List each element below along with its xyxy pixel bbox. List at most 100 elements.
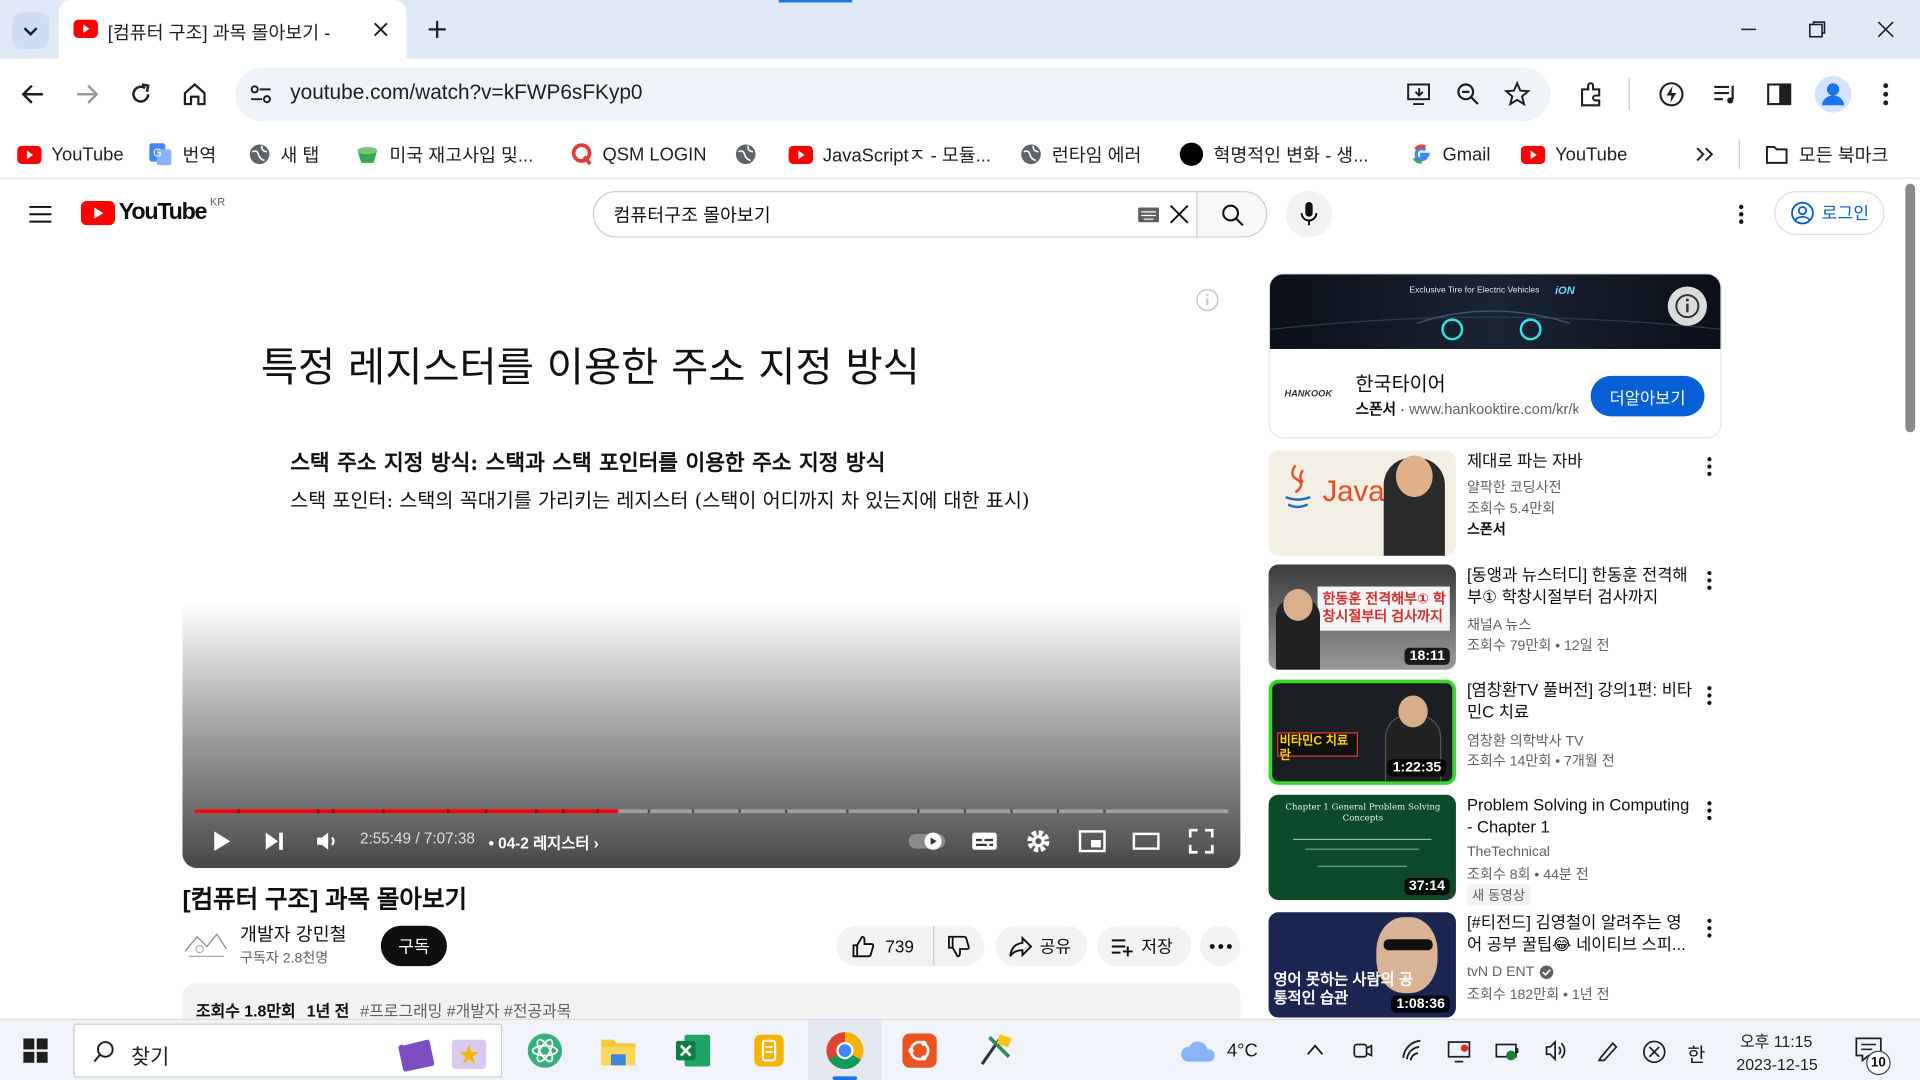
bookmark-translate[interactable]: G 번역	[148, 137, 216, 171]
bookmark-youtube-1[interactable]: YouTube	[17, 137, 124, 171]
profile-avatar[interactable]	[1814, 75, 1852, 113]
extensions-icon[interactable]	[1577, 80, 1606, 109]
wifi-icon[interactable]	[1400, 1038, 1424, 1062]
sponsored-ad-card[interactable]: Exclusive Tire for Electric Vehicles iON…	[1268, 273, 1722, 439]
miniplayer-icon[interactable]	[1078, 827, 1107, 856]
excel-icon[interactable]	[675, 1033, 712, 1067]
all-bookmarks-folder[interactable]: 모든 북마크	[1765, 137, 1888, 171]
theater-mode-icon[interactable]	[1131, 827, 1160, 856]
settings-kebab-icon[interactable]	[1734, 202, 1749, 226]
forward-icon[interactable]	[75, 83, 99, 105]
tray-overflow-icon[interactable]	[1305, 1042, 1325, 1057]
windows-start-icon[interactable]	[23, 1038, 48, 1063]
chapter-title[interactable]: • 04-2 레지스터 ›	[489, 830, 599, 853]
install-app-icon[interactable]	[1406, 81, 1433, 108]
page-scrollbar[interactable]	[1905, 183, 1916, 433]
thumbs-down-icon[interactable]	[947, 934, 971, 958]
blocked-icon[interactable]	[1641, 1038, 1668, 1065]
video-menu-icon[interactable]	[1705, 456, 1715, 478]
meet-now-icon[interactable]	[1352, 1038, 1374, 1062]
notes-app-icon[interactable]	[752, 1032, 786, 1069]
home-icon[interactable]	[181, 81, 208, 108]
restore-icon[interactable]	[1807, 20, 1827, 40]
recommended-video[interactable]: 한동훈 전격해부① 학창시절부터 검사까지 18:11 [동앵과 뉴스터디] 한…	[1268, 564, 1725, 672]
video-thumbnail[interactable]: Java	[1268, 450, 1456, 556]
clock-date[interactable]: 2023-12-15	[1736, 1056, 1817, 1074]
battery-icon[interactable]	[1494, 1040, 1523, 1062]
video-thumbnail[interactable]: 한동훈 전격해부① 학창시절부터 검사까지 18:11	[1268, 564, 1456, 670]
atom-app-icon[interactable]	[527, 1032, 564, 1069]
close-window-icon[interactable]	[1876, 20, 1896, 40]
bookmark-us-inventory[interactable]: 미국 재고사입 및...	[355, 137, 533, 171]
ad-info-button[interactable]	[1667, 286, 1707, 326]
tab-search-button[interactable]	[12, 12, 49, 49]
video-thumbnail[interactable]: 영어 못하는 사람의 공통적인 습관 1:08:36	[1268, 912, 1456, 1018]
recommended-video[interactable]: Java 제대로 파는 자바 얄팍한 코딩사전 조회수 5.4만회 스폰서	[1268, 450, 1725, 559]
recommended-video[interactable]: 비타민C 치료란 1:22:35 [염창환TV 풀버전] 강의1편: 비타민C …	[1268, 679, 1725, 788]
play-icon[interactable]	[207, 827, 236, 856]
chrome-taskbar-active[interactable]	[808, 1020, 882, 1080]
chrome-menu-icon[interactable]	[1876, 81, 1896, 108]
bookmark-youtube-2[interactable]: YouTube	[1520, 137, 1627, 171]
search-input[interactable]: 컴퓨터구조 몰아보기	[592, 191, 1198, 238]
video-player[interactable]: 특정 레지스터를 이용한 주소 지정 방식 스택 주소 지정 방식: 스택과 스…	[182, 273, 1241, 869]
hashtags[interactable]: #프로그래밍 #개발자 #전공과목	[360, 998, 571, 1021]
subtitles-icon[interactable]	[970, 827, 999, 856]
ad-banner[interactable]: Exclusive Tire for Electric Vehicles iON	[1269, 274, 1721, 349]
hamburger-menu-icon[interactable]	[28, 204, 52, 224]
video-thumbnail[interactable]: Chapter 1 General Problem Solving Concep…	[1268, 794, 1456, 901]
like-button[interactable]: 739	[836, 925, 935, 967]
reload-icon[interactable]	[129, 82, 153, 106]
taskbar-search[interactable]: 찾기	[73, 1023, 503, 1078]
progress-bar[interactable]	[194, 809, 1229, 814]
bookmark-qsm-login[interactable]: QSM LOGIN	[571, 137, 707, 171]
clear-search-icon[interactable]	[1169, 204, 1189, 224]
share-button[interactable]: 공유	[995, 925, 1088, 967]
file-explorer-icon[interactable]	[600, 1033, 637, 1067]
new-tab-icon[interactable]	[426, 18, 448, 40]
ubuntu-icon[interactable]	[901, 1032, 938, 1069]
bookmark-revolutionary-change[interactable]: 혁명적인 변화 - 생...	[1179, 137, 1369, 171]
bookmark-new-tab[interactable]: 새 탭	[249, 137, 319, 171]
next-icon[interactable]	[260, 827, 289, 856]
video-menu-icon[interactable]	[1705, 917, 1715, 939]
clock-time[interactable]: 오후 11:15	[1740, 1029, 1812, 1052]
channel-name[interactable]: 개발자 강민철	[240, 921, 346, 947]
save-button[interactable]: 저장	[1097, 925, 1192, 967]
keyboard-icon[interactable]	[1138, 207, 1160, 223]
autoplay-toggle-icon[interactable]	[907, 829, 946, 853]
bookmark-runtime-error[interactable]: 런타임 에러	[1020, 137, 1141, 171]
video-menu-icon[interactable]	[1705, 569, 1715, 591]
volume-icon[interactable]	[312, 827, 341, 856]
channel-avatar[interactable]	[182, 924, 229, 966]
youtube-logo[interactable]: YouTube KR	[80, 196, 225, 227]
bookmark-star-icon[interactable]	[1503, 80, 1531, 108]
side-panel-icon[interactable]	[1765, 80, 1794, 109]
bookmark-gmail[interactable]: Gmail	[1411, 137, 1490, 171]
pen-icon[interactable]	[1596, 1038, 1620, 1062]
browser-tab-active[interactable]: [컴퓨터 구조] 과목 몰아보기 -	[58, 0, 407, 59]
more-bookmarks-icon[interactable]	[1695, 144, 1715, 164]
voice-search-button[interactable]	[1285, 191, 1333, 238]
weather-temperature[interactable]: 4°C	[1227, 1041, 1258, 1062]
video-menu-icon[interactable]	[1705, 800, 1715, 822]
notification-center[interactable]: 10	[1854, 1035, 1891, 1076]
address-bar[interactable]: youtube.com/watch?v=kFWP6sFKyp0	[235, 67, 1551, 122]
bookmark-javascript-module[interactable]: JavaScriptㅈ - 모듈...	[788, 137, 991, 171]
recommended-video[interactable]: 영어 못하는 사람의 공통적인 습관 1:08:36 [#티전드] 김영철이 알…	[1268, 912, 1725, 1020]
display-settings-icon[interactable]	[1446, 1038, 1473, 1063]
video-menu-icon[interactable]	[1705, 684, 1715, 706]
snipping-tool-icon[interactable]	[977, 1032, 1014, 1069]
bookmark-globe[interactable]	[735, 137, 757, 171]
info-icon[interactable]	[1195, 288, 1219, 312]
minimize-icon[interactable]	[1739, 20, 1759, 40]
volume-icon[interactable]	[1543, 1038, 1567, 1062]
learn-more-button[interactable]: 더알아보기	[1590, 375, 1705, 417]
back-icon[interactable]	[21, 83, 45, 105]
recommended-video[interactable]: Chapter 1 General Problem Solving Concep…	[1268, 794, 1725, 907]
media-control-icon[interactable]	[1711, 80, 1740, 109]
close-tab-icon[interactable]	[372, 21, 389, 38]
weather-cloud-icon[interactable]	[1178, 1040, 1217, 1064]
fullscreen-icon[interactable]	[1187, 827, 1216, 856]
search-button[interactable]	[1197, 191, 1268, 238]
